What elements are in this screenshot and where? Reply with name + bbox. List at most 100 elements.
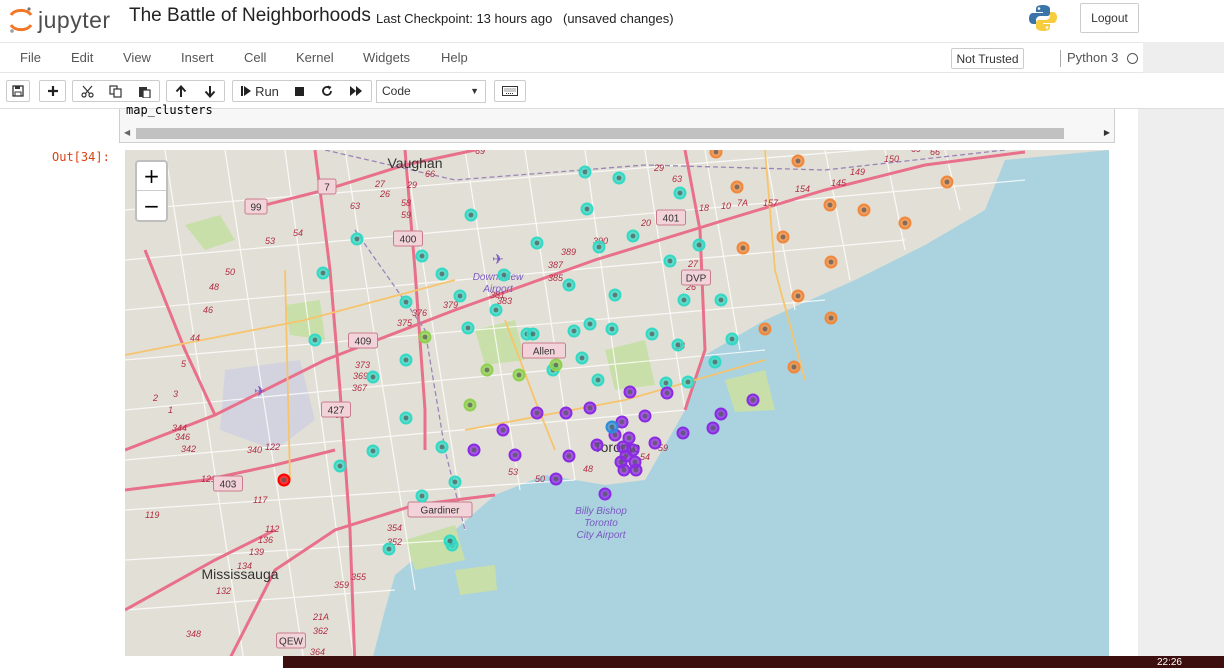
cluster-marker-purple[interactable] <box>617 463 631 477</box>
copy-button[interactable] <box>101 80 131 102</box>
folium-map[interactable]: 69 66 29 63 27 26 58 59 54 53 50 48 46 44 5 3 1 2 344 346 34… <box>125 150 1109 668</box>
cluster-marker-orange[interactable] <box>791 289 805 303</box>
logout-button[interactable]: Logout <box>1080 3 1139 33</box>
cluster-marker-teal[interactable] <box>443 534 457 548</box>
cluster-marker-purple[interactable] <box>598 487 612 501</box>
cluster-marker-purple[interactable] <box>467 443 481 457</box>
cluster-marker-orange[interactable] <box>776 230 790 244</box>
cluster-marker-teal[interactable] <box>333 459 347 473</box>
cluster-marker-orange[interactable] <box>791 154 805 168</box>
cluster-marker-teal[interactable] <box>567 324 581 338</box>
cluster-marker-teal[interactable] <box>350 232 364 246</box>
cluster-marker-teal[interactable] <box>673 186 687 200</box>
cluster-marker-purple[interactable] <box>583 401 597 415</box>
cluster-marker-orange[interactable] <box>787 360 801 374</box>
notebook-title[interactable]: The Battle of Neighborhoods <box>129 5 371 27</box>
cluster-marker-teal[interactable] <box>435 267 449 281</box>
cluster-marker-purple[interactable] <box>590 438 604 452</box>
insert-cell-button[interactable] <box>39 80 66 102</box>
cluster-marker-teal[interactable] <box>592 240 606 254</box>
cluster-marker-purple[interactable] <box>706 421 720 435</box>
cluster-marker-teal[interactable] <box>497 268 511 282</box>
cluster-marker-teal[interactable] <box>489 303 503 317</box>
cluster-marker-teal[interactable] <box>308 333 322 347</box>
cluster-marker-teal[interactable] <box>448 475 462 489</box>
interrupt-button[interactable] <box>286 80 314 102</box>
run-button[interactable]: Run <box>232 80 287 102</box>
cluster-marker-purple[interactable] <box>559 406 573 420</box>
restart-button[interactable] <box>313 80 342 102</box>
cluster-marker-teal[interactable] <box>453 289 467 303</box>
paste-button[interactable] <box>130 80 160 102</box>
cluster-marker-orange[interactable] <box>824 255 838 269</box>
cluster-marker-purple[interactable] <box>549 472 563 486</box>
cluster-marker-teal[interactable] <box>399 295 413 309</box>
cluster-marker-teal[interactable] <box>663 254 677 268</box>
cluster-marker-teal[interactable] <box>671 338 685 352</box>
scrollbar-thumb[interactable] <box>136 128 1064 139</box>
cluster-marker-green[interactable] <box>549 358 563 372</box>
menu-file[interactable]: File <box>20 50 41 65</box>
menu-kernel[interactable]: Kernel <box>296 50 334 65</box>
cluster-marker-teal[interactable] <box>626 229 640 243</box>
zoom-out-button[interactable]: − <box>137 191 166 220</box>
cluster-marker-teal[interactable] <box>530 236 544 250</box>
cluster-marker-orange[interactable] <box>758 322 772 336</box>
cluster-marker-teal[interactable] <box>708 355 722 369</box>
cluster-marker-orange[interactable] <box>709 150 723 159</box>
cluster-marker-orange[interactable] <box>730 180 744 194</box>
cluster-marker-teal[interactable] <box>645 327 659 341</box>
cluster-marker-orange[interactable] <box>824 311 838 325</box>
cluster-marker-purple[interactable] <box>714 407 728 421</box>
cluster-marker-teal[interactable] <box>562 278 576 292</box>
cluster-marker-teal[interactable] <box>608 288 622 302</box>
cluster-marker-teal[interactable] <box>415 489 429 503</box>
cluster-marker-teal[interactable] <box>692 238 706 252</box>
cluster-marker-teal[interactable] <box>366 444 380 458</box>
cluster-marker-orange[interactable] <box>857 203 871 217</box>
cluster-marker-teal[interactable] <box>725 332 739 346</box>
restart-run-all-button[interactable] <box>341 80 372 102</box>
cluster-marker-orange[interactable] <box>898 216 912 230</box>
cluster-marker-teal[interactable] <box>464 208 478 222</box>
cluster-marker-purple[interactable] <box>623 385 637 399</box>
cluster-marker-teal[interactable] <box>583 317 597 331</box>
cluster-marker-purple[interactable] <box>530 406 544 420</box>
cluster-marker-teal[interactable] <box>399 411 413 425</box>
cluster-marker-green[interactable] <box>418 330 432 344</box>
code-cell-input[interactable]: map_clusters ◀ ▶ <box>119 103 1115 143</box>
cluster-marker-teal[interactable] <box>415 249 429 263</box>
cluster-marker-teal[interactable] <box>714 293 728 307</box>
cluster-marker-orange[interactable] <box>823 198 837 212</box>
zoom-in-button[interactable]: + <box>137 162 166 191</box>
horizontal-scrollbar[interactable]: ◀ ▶ <box>124 127 1110 140</box>
cluster-marker-teal[interactable] <box>612 171 626 185</box>
menu-view[interactable]: View <box>123 50 151 65</box>
cluster-marker-green[interactable] <box>463 398 477 412</box>
jupyter-logo[interactable]: jupyter <box>8 5 111 35</box>
scroll-right-arrow-icon[interactable]: ▶ <box>1104 128 1110 137</box>
move-down-button[interactable] <box>195 80 225 102</box>
cluster-marker-teal[interactable] <box>681 375 695 389</box>
not-trusted-button[interactable]: Not Trusted <box>951 48 1024 69</box>
cell-type-select[interactable]: Code ▼ <box>376 80 486 103</box>
cluster-marker-teal[interactable] <box>580 202 594 216</box>
cluster-marker-purple[interactable] <box>622 431 636 445</box>
menu-help[interactable]: Help <box>441 50 468 65</box>
menu-edit[interactable]: Edit <box>71 50 93 65</box>
scroll-left-arrow-icon[interactable]: ◀ <box>124 128 130 137</box>
cluster-marker-teal[interactable] <box>316 266 330 280</box>
cluster-marker-purple[interactable] <box>562 449 576 463</box>
cluster-marker-purple[interactable] <box>648 436 662 450</box>
cluster-marker-orange[interactable] <box>940 175 954 189</box>
cluster-marker-teal[interactable] <box>461 321 475 335</box>
cluster-marker-green[interactable] <box>480 363 494 377</box>
cluster-marker-teal[interactable] <box>526 327 540 341</box>
cluster-marker-teal[interactable] <box>382 542 396 556</box>
menu-insert[interactable]: Insert <box>181 50 214 65</box>
cluster-marker-purple[interactable] <box>746 393 760 407</box>
cluster-marker-teal[interactable] <box>399 353 413 367</box>
cluster-marker-purple[interactable] <box>638 409 652 423</box>
cut-button[interactable] <box>72 80 102 102</box>
save-button[interactable] <box>6 80 30 102</box>
